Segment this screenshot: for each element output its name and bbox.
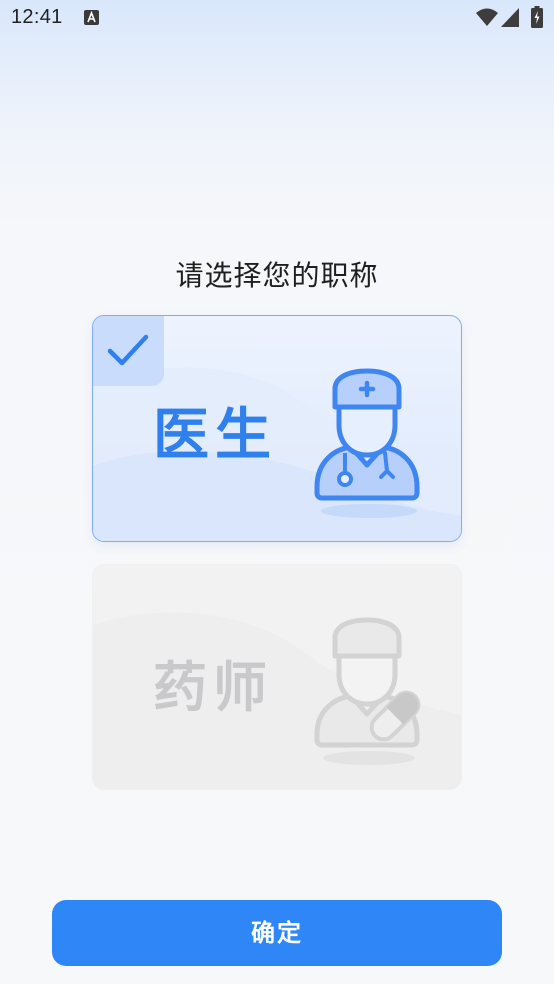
- cellular-signal-icon: [501, 8, 519, 31]
- battery-icon: [531, 6, 543, 32]
- doctor-icon: [305, 361, 425, 525]
- status-time: 12:41: [11, 6, 63, 28]
- selected-check-badge: [93, 316, 164, 386]
- app-notification-icon: [84, 10, 99, 29]
- status-bar: 12:41: [0, 0, 554, 38]
- page-title: 请选择您的职称: [175, 259, 379, 292]
- role-label-doctor: 医生: [153, 403, 277, 468]
- role-label-pharmacist: 药师: [153, 656, 273, 719]
- check-icon: [107, 333, 149, 373]
- confirm-button[interactable]: 确定: [52, 900, 502, 966]
- pharmacist-icon: [305, 610, 425, 774]
- wifi-icon: [476, 8, 498, 30]
- role-card-pharmacist[interactable]: 药师: [92, 564, 462, 790]
- role-card-doctor[interactable]: 医生: [92, 315, 462, 542]
